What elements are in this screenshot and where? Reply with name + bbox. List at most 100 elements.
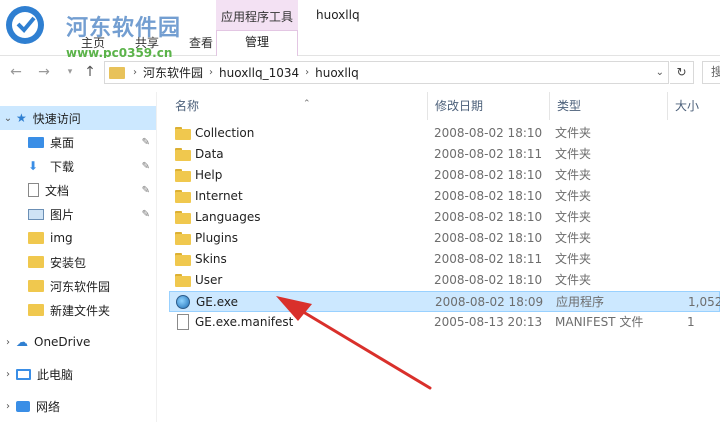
file-date: 2008-08-02 18:11: [434, 252, 543, 266]
file-name: Data: [195, 147, 224, 161]
nav-network[interactable]: › 网络: [0, 394, 156, 418]
recent-locations-chevron-icon[interactable]: ▾: [62, 64, 78, 80]
nav-this-pc[interactable]: › 此电脑: [0, 362, 156, 386]
nav-item-label: OneDrive: [34, 335, 91, 349]
file-type: 文件夹: [555, 252, 592, 266]
column-header-label: 大小: [675, 99, 700, 113]
file-date: 2008-08-02 18:10: [434, 126, 543, 140]
file-date: 2008-08-02 18:10: [434, 168, 543, 182]
nav-item-label: 桌面: [50, 135, 75, 150]
file-name: User: [195, 273, 223, 287]
file-name: GE.exe: [196, 295, 238, 309]
download-icon: ⬇: [28, 159, 39, 173]
refresh-icon[interactable]: ↻: [670, 61, 694, 84]
sidebar-item[interactable]: img: [0, 226, 156, 250]
nav-item-label: 下载: [50, 159, 75, 174]
sidebar-item[interactable]: 安装包: [0, 250, 156, 274]
chevron-right-icon[interactable]: ›: [207, 67, 215, 78]
file-name: GE.exe.manifest: [195, 315, 294, 329]
search-input[interactable]: 搜: [702, 61, 720, 84]
file-row[interactable]: User 2008-08-02 18:10 文件夹: [169, 270, 720, 291]
chevron-right-icon[interactable]: ›: [0, 369, 16, 380]
ribbon: 河东软件园 www.pc0359.cn 主页 共享 查看 应用程序工具 管理 h…: [0, 0, 720, 60]
tab-home[interactable]: 主页: [66, 32, 120, 53]
chevron-down-icon[interactable]: ⌄: [0, 113, 16, 124]
file-row[interactable]: Skins 2008-08-02 18:11 文件夹: [169, 249, 720, 270]
sidebar-item[interactable]: 河东软件园: [0, 274, 156, 298]
nav-quick-access[interactable]: ⌄ ★ 快速访问: [0, 106, 156, 130]
nav-onedrive[interactable]: › ☁ OneDrive: [0, 330, 156, 354]
column-header-size[interactable]: 大小: [667, 92, 720, 120]
file-row[interactable]: GE.exe.manifest 2005-08-13 20:13 MANIFEST …: [169, 312, 720, 333]
file-date: 2005-08-13 20:13: [434, 315, 543, 329]
up-arrow-icon[interactable]: ↑: [82, 64, 98, 80]
column-header-type[interactable]: 类型: [549, 92, 667, 120]
nav-item-label: 安装包: [50, 255, 87, 270]
nav-item-label: 新建文件夹: [50, 303, 111, 318]
file-name: Skins: [195, 252, 227, 266]
column-header-label: 名称: [175, 99, 200, 113]
column-header-label: 类型: [557, 99, 582, 113]
nav-item-label: 文档: [45, 183, 70, 198]
file-row[interactable]: Data 2008-08-02 18:11 文件夹: [169, 144, 720, 165]
file-explorer-window: 河东软件园 www.pc0359.cn 主页 共享 查看 应用程序工具 管理 h…: [0, 0, 720, 422]
breadcrumb-item[interactable]: 河东软件园: [139, 64, 207, 81]
desktop-icon: [28, 136, 44, 148]
ribbon-tabs: 主页 共享 查看: [66, 32, 228, 53]
network-icon: [16, 400, 30, 412]
file-size: 1: [687, 315, 695, 329]
computer-icon: [16, 368, 31, 380]
chevron-right-icon[interactable]: ›: [0, 401, 16, 412]
file-date: 2008-08-02 18:09: [435, 295, 544, 309]
pin-icon[interactable]: ✎: [142, 185, 150, 196]
file-name: Help: [195, 168, 223, 182]
window-title: huoxllq: [316, 8, 360, 22]
forward-arrow-icon[interactable]: →: [36, 64, 52, 80]
sort-ascending-icon: ⌃: [303, 99, 311, 109]
pin-icon[interactable]: ✎: [142, 161, 150, 172]
picture-icon: [28, 208, 44, 220]
pin-icon[interactable]: ✎: [142, 209, 150, 220]
breadcrumb-item[interactable]: huoxllq: [311, 66, 363, 80]
column-header-name[interactable]: 名称 ⌃: [167, 92, 427, 120]
file-name: Plugins: [195, 231, 238, 245]
file-name: Internet: [195, 189, 243, 203]
nav-item-label: img: [50, 231, 73, 245]
chevron-right-icon[interactable]: ›: [131, 67, 139, 78]
application-icon: [176, 295, 190, 309]
chevron-right-icon[interactable]: ›: [0, 337, 16, 348]
file-date: 2008-08-02 18:10: [434, 231, 543, 245]
column-header-date[interactable]: 修改日期: [427, 92, 549, 120]
address-dropdown-chevron-icon[interactable]: ⌄: [654, 67, 668, 78]
file-row[interactable]: Help 2008-08-02 18:10 文件夹: [169, 165, 720, 186]
tab-manage[interactable]: 管理: [216, 30, 298, 56]
file-row[interactable]: Plugins 2008-08-02 18:10 文件夹: [169, 228, 720, 249]
tab-share[interactable]: 共享: [120, 32, 174, 53]
folder-icon: [175, 148, 191, 161]
file-list: 名称 ⌃ 修改日期 类型 大小 Collection 2008-08-02 18:…: [157, 88, 720, 422]
file-row[interactable]: GE.exe 2008-08-02 18:09 应用程序 1,052: [169, 291, 720, 312]
folder-icon: [175, 127, 191, 140]
address-bar[interactable]: › 河东软件园 › huoxllq_1034 › huoxllq ⌄: [104, 61, 669, 84]
breadcrumb-item[interactable]: huoxllq_1034: [215, 66, 303, 80]
column-header-label: 修改日期: [435, 99, 484, 113]
sidebar-item[interactable]: ⬇ 下载 ✎: [0, 154, 156, 178]
file-type: 文件夹: [555, 189, 592, 203]
back-arrow-icon[interactable]: ←: [8, 64, 24, 80]
file-row[interactable]: Internet 2008-08-02 18:10 文件夹: [169, 186, 720, 207]
chevron-right-icon[interactable]: ›: [303, 67, 311, 78]
sidebar-item[interactable]: 文档 ✎: [0, 178, 156, 202]
nav-item-label: 快速访问: [32, 111, 81, 126]
context-group-title: 应用程序工具: [220, 10, 293, 24]
sidebar-item[interactable]: 图片 ✎: [0, 202, 156, 226]
sidebar-item[interactable]: 桌面 ✎: [0, 130, 156, 154]
folder-icon: [28, 256, 44, 268]
file-row[interactable]: Languages 2008-08-02 18:10 文件夹: [169, 207, 720, 228]
file-row[interactable]: Collection 2008-08-02 18:10 文件夹: [169, 123, 720, 144]
folder-icon: [28, 280, 44, 292]
navigation-bar: ← → ▾ ↑ › 河东软件园 › huoxllq_1034 › huoxllq…: [0, 58, 720, 88]
file-icon: [177, 314, 189, 330]
sidebar-item[interactable]: 新建文件夹: [0, 298, 156, 322]
pin-icon[interactable]: ✎: [142, 137, 150, 148]
nav-item-label: 此电脑: [37, 367, 74, 382]
